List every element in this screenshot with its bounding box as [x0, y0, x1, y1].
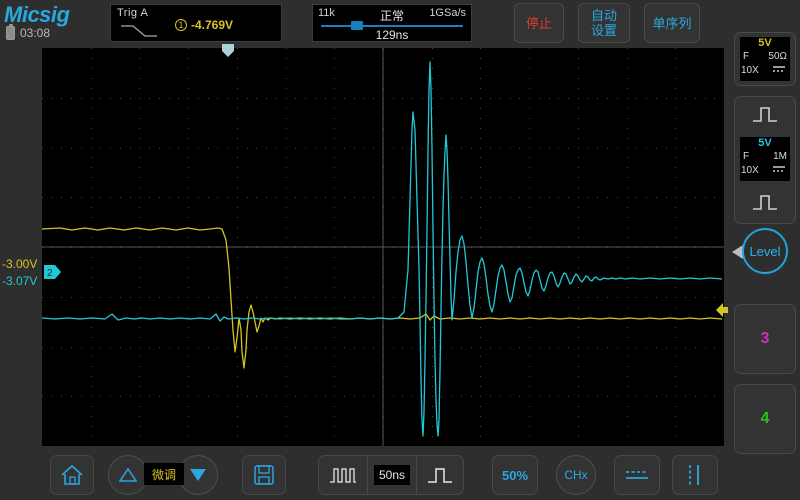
horizontal-cursor-icon	[626, 471, 648, 479]
dc-coupling-icon	[773, 66, 785, 72]
channel-select-button[interactable]: CHx	[556, 455, 596, 495]
trigger-level-knob[interactable]: Level	[742, 228, 788, 274]
trigger-info-panel[interactable]: Trig A 1 -4.769V	[110, 4, 282, 42]
ch2-filter: F	[743, 151, 750, 162]
sample-rate-label: 1GSa/s	[429, 7, 466, 19]
fine-adjust-label[interactable]: 微调	[144, 463, 184, 485]
channel-4-button[interactable]: 4	[734, 384, 796, 454]
right-sidebar: 5V F 50Ω 10X 5V F 1M 10X Level 3 4	[728, 0, 800, 500]
channel-offset-readouts: -3.00V -3.07V	[2, 256, 42, 290]
ch2-readout: 5V F 1M 10X	[740, 137, 790, 181]
timebase-value-display[interactable]: 50ns	[367, 456, 417, 494]
trigger-position-marker[interactable]	[221, 44, 235, 58]
fifty-percent-label: 50%	[501, 467, 529, 483]
stop-button-label: 停止	[525, 15, 552, 31]
brand-logo: Micsig	[4, 2, 70, 27]
trigger-source-readout: 1 -4.769V	[175, 18, 233, 32]
vertical-cursor-icon	[689, 465, 699, 485]
pulse-down-icon[interactable]	[752, 193, 778, 213]
auto-setup-label-line2: 设置	[590, 23, 617, 38]
horizontal-position-label: 129ns	[375, 28, 409, 42]
ch2-marker-label: 2	[47, 268, 53, 279]
horizontal-cursor-button[interactable]	[614, 455, 660, 495]
timebase-control-group: 50ns	[318, 455, 464, 495]
channel-3-button[interactable]: 3	[734, 304, 796, 374]
stop-button[interactable]: 停止	[514, 3, 564, 43]
fine-adjust-group: 微调	[108, 455, 218, 495]
save-disk-icon	[254, 465, 274, 485]
channel-1-card[interactable]: 5V F 50Ω 10X	[734, 32, 796, 86]
home-icon	[61, 464, 83, 485]
vertical-cursor-button[interactable]	[672, 455, 718, 495]
save-button[interactable]	[242, 455, 286, 495]
auto-setup-button[interactable]: 自动 设置	[578, 3, 630, 43]
ch1-readout: 5V F 50Ω 10X	[740, 37, 790, 81]
ch1-impedance: 50Ω	[768, 51, 787, 62]
clock-label: 03:08	[20, 26, 51, 40]
fifty-percent-button[interactable]: 50%	[492, 455, 538, 495]
auto-setup-label-line1: 自动	[590, 8, 617, 23]
ch2-attenuation: 10X	[741, 165, 759, 176]
top-status-bar: Micsig 03:08 Trig A 1 -4.769V 11k 正常 1GS…	[0, 0, 800, 46]
chx-label: CHx	[564, 468, 588, 482]
dc-coupling-icon	[773, 166, 785, 172]
memory-position-track[interactable]	[321, 25, 463, 27]
trigger-label: Trig A	[117, 7, 149, 19]
level-knob-label: Level	[749, 243, 781, 259]
bottom-toolbar: 微调 50ns 50% CHx	[0, 450, 728, 500]
triangle-up-icon	[119, 467, 137, 482]
pulse-up-icon[interactable]	[752, 105, 778, 125]
battery-status: 03:08	[6, 23, 51, 40]
ch2-scale: 5V	[758, 137, 772, 149]
ch2-ground-marker[interactable]: 2	[44, 265, 62, 279]
channel-3-label: 3	[760, 330, 770, 347]
decrement-button[interactable]	[178, 455, 218, 495]
waveform-display-area[interactable]	[42, 48, 724, 446]
falling-edge-icon	[121, 25, 157, 37]
timebase-zoom-out-icon	[330, 468, 356, 483]
home-button[interactable]	[50, 455, 94, 495]
ch2-offset-readout: -3.07V	[2, 274, 38, 288]
ch2-impedance: 1M	[773, 151, 787, 162]
timebase-zoom-in-icon	[428, 468, 452, 483]
trigger-level-value: -4.769V	[191, 18, 234, 32]
ch1-attenuation: 10X	[741, 65, 759, 76]
timebase-zoom-in-button[interactable]	[417, 456, 463, 494]
waveform-canvas[interactable]	[42, 48, 724, 446]
timebase-zoom-out-button[interactable]	[319, 456, 367, 494]
oscilloscope-screen: Micsig 03:08 Trig A 1 -4.769V 11k 正常 1GS…	[0, 0, 800, 500]
increment-button[interactable]	[108, 455, 148, 495]
ch1-offset-readout: -3.00V	[2, 257, 38, 271]
channel-4-label: 4	[760, 410, 770, 427]
triangle-down-icon	[190, 469, 206, 481]
ch1-filter: F	[743, 51, 750, 62]
single-sequence-button[interactable]: 单序列	[644, 3, 700, 43]
single-sequence-label: 单序列	[652, 15, 692, 31]
trigger-source-number: 1	[175, 19, 187, 31]
ch1-scale: 5V	[758, 37, 772, 49]
channel-2-card[interactable]: 5V F 1M 10X	[734, 96, 796, 224]
battery-icon	[6, 23, 15, 40]
timebase-value: 50ns	[373, 465, 411, 485]
memory-depth-panel[interactable]: 11k 正常 1GSa/s 129ns	[312, 4, 472, 42]
